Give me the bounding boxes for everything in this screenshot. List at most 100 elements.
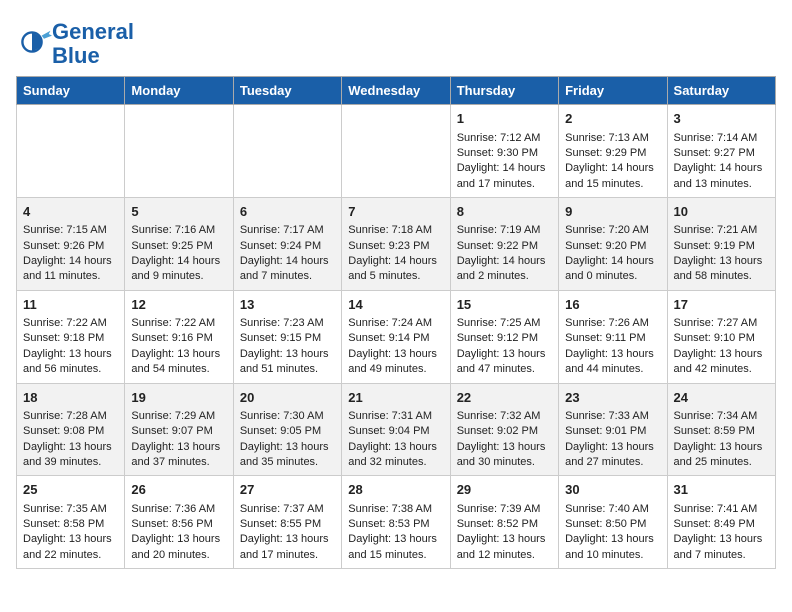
- day-detail: Sunrise: 7:27 AM: [674, 316, 769, 331]
- day-detail: Daylight: 13 hours and 35 minutes.: [240, 440, 335, 471]
- day-number: 21: [348, 389, 443, 407]
- logo: General Blue: [16, 20, 134, 68]
- day-detail: Sunrise: 7:41 AM: [674, 502, 769, 517]
- day-detail: Sunset: 9:20 PM: [565, 239, 660, 254]
- day-detail: Daylight: 14 hours and 17 minutes.: [457, 161, 552, 192]
- calendar-cell: 27Sunrise: 7:37 AMSunset: 8:55 PMDayligh…: [233, 476, 341, 569]
- calendar-cell: [125, 105, 233, 198]
- day-detail: Sunrise: 7:37 AM: [240, 502, 335, 517]
- day-detail: Daylight: 13 hours and 42 minutes.: [674, 347, 769, 378]
- day-number: 17: [674, 296, 769, 314]
- day-number: 10: [674, 203, 769, 221]
- day-detail: Sunset: 9:26 PM: [23, 239, 118, 254]
- day-number: 24: [674, 389, 769, 407]
- day-detail: Daylight: 13 hours and 58 minutes.: [674, 254, 769, 285]
- day-detail: Sunset: 8:59 PM: [674, 424, 769, 439]
- day-detail: Daylight: 13 hours and 12 minutes.: [457, 532, 552, 563]
- calendar-cell: 24Sunrise: 7:34 AMSunset: 8:59 PMDayligh…: [667, 383, 775, 476]
- day-number: 7: [348, 203, 443, 221]
- day-detail: Daylight: 13 hours and 47 minutes.: [457, 347, 552, 378]
- day-number: 4: [23, 203, 118, 221]
- day-detail: Daylight: 13 hours and 51 minutes.: [240, 347, 335, 378]
- day-detail: Sunrise: 7:33 AM: [565, 409, 660, 424]
- weekday-header: Thursday: [450, 77, 558, 105]
- day-detail: Daylight: 14 hours and 7 minutes.: [240, 254, 335, 285]
- calendar-week-row: 1Sunrise: 7:12 AMSunset: 9:30 PMDaylight…: [17, 105, 776, 198]
- calendar-cell: 8Sunrise: 7:19 AMSunset: 9:22 PMDaylight…: [450, 198, 558, 291]
- day-detail: Daylight: 14 hours and 5 minutes.: [348, 254, 443, 285]
- calendar-cell: 26Sunrise: 7:36 AMSunset: 8:56 PMDayligh…: [125, 476, 233, 569]
- weekday-header: Saturday: [667, 77, 775, 105]
- day-number: 23: [565, 389, 660, 407]
- day-detail: Sunset: 8:49 PM: [674, 517, 769, 532]
- weekday-header: Friday: [559, 77, 667, 105]
- day-detail: Sunrise: 7:39 AM: [457, 502, 552, 517]
- logo-text: General Blue: [52, 20, 134, 68]
- calendar-cell: 4Sunrise: 7:15 AMSunset: 9:26 PMDaylight…: [17, 198, 125, 291]
- day-number: 3: [674, 110, 769, 128]
- day-detail: Daylight: 14 hours and 0 minutes.: [565, 254, 660, 285]
- day-detail: Sunrise: 7:38 AM: [348, 502, 443, 517]
- day-detail: Sunrise: 7:20 AM: [565, 223, 660, 238]
- day-detail: Sunset: 9:02 PM: [457, 424, 552, 439]
- day-detail: Sunset: 9:16 PM: [131, 331, 226, 346]
- day-detail: Daylight: 13 hours and 30 minutes.: [457, 440, 552, 471]
- day-detail: Daylight: 14 hours and 9 minutes.: [131, 254, 226, 285]
- day-detail: Sunset: 9:12 PM: [457, 331, 552, 346]
- day-detail: Sunset: 9:01 PM: [565, 424, 660, 439]
- calendar-header-row: SundayMondayTuesdayWednesdayThursdayFrid…: [17, 77, 776, 105]
- day-detail: Sunset: 9:30 PM: [457, 146, 552, 161]
- calendar-week-row: 4Sunrise: 7:15 AMSunset: 9:26 PMDaylight…: [17, 198, 776, 291]
- calendar-cell: [342, 105, 450, 198]
- calendar-cell: 29Sunrise: 7:39 AMSunset: 8:52 PMDayligh…: [450, 476, 558, 569]
- day-detail: Sunrise: 7:28 AM: [23, 409, 118, 424]
- calendar-cell: 17Sunrise: 7:27 AMSunset: 9:10 PMDayligh…: [667, 290, 775, 383]
- day-detail: Sunset: 9:18 PM: [23, 331, 118, 346]
- day-detail: Daylight: 13 hours and 56 minutes.: [23, 347, 118, 378]
- day-detail: Daylight: 13 hours and 54 minutes.: [131, 347, 226, 378]
- weekday-header: Tuesday: [233, 77, 341, 105]
- day-number: 9: [565, 203, 660, 221]
- day-detail: Sunrise: 7:24 AM: [348, 316, 443, 331]
- calendar-cell: 5Sunrise: 7:16 AMSunset: 9:25 PMDaylight…: [125, 198, 233, 291]
- day-detail: Sunrise: 7:40 AM: [565, 502, 660, 517]
- calendar-cell: 21Sunrise: 7:31 AMSunset: 9:04 PMDayligh…: [342, 383, 450, 476]
- day-number: 25: [23, 481, 118, 499]
- day-number: 14: [348, 296, 443, 314]
- day-detail: Sunset: 9:14 PM: [348, 331, 443, 346]
- calendar-cell: 16Sunrise: 7:26 AMSunset: 9:11 PMDayligh…: [559, 290, 667, 383]
- weekday-header: Monday: [125, 77, 233, 105]
- calendar-table: SundayMondayTuesdayWednesdayThursdayFrid…: [16, 76, 776, 569]
- day-detail: Sunset: 9:23 PM: [348, 239, 443, 254]
- day-detail: Daylight: 13 hours and 15 minutes.: [348, 532, 443, 563]
- day-detail: Sunrise: 7:22 AM: [131, 316, 226, 331]
- calendar-cell: [17, 105, 125, 198]
- day-detail: Sunset: 8:53 PM: [348, 517, 443, 532]
- day-number: 29: [457, 481, 552, 499]
- calendar-cell: 28Sunrise: 7:38 AMSunset: 8:53 PMDayligh…: [342, 476, 450, 569]
- day-detail: Sunrise: 7:12 AM: [457, 131, 552, 146]
- day-detail: Sunrise: 7:19 AM: [457, 223, 552, 238]
- day-detail: Sunrise: 7:31 AM: [348, 409, 443, 424]
- day-detail: Sunrise: 7:32 AM: [457, 409, 552, 424]
- day-detail: Sunrise: 7:30 AM: [240, 409, 335, 424]
- calendar-cell: 7Sunrise: 7:18 AMSunset: 9:23 PMDaylight…: [342, 198, 450, 291]
- calendar-week-row: 25Sunrise: 7:35 AMSunset: 8:58 PMDayligh…: [17, 476, 776, 569]
- day-detail: Sunset: 9:22 PM: [457, 239, 552, 254]
- calendar-cell: 20Sunrise: 7:30 AMSunset: 9:05 PMDayligh…: [233, 383, 341, 476]
- day-detail: Daylight: 13 hours and 39 minutes.: [23, 440, 118, 471]
- calendar-week-row: 11Sunrise: 7:22 AMSunset: 9:18 PMDayligh…: [17, 290, 776, 383]
- day-detail: Sunset: 9:15 PM: [240, 331, 335, 346]
- day-number: 15: [457, 296, 552, 314]
- day-detail: Sunrise: 7:23 AM: [240, 316, 335, 331]
- day-detail: Daylight: 13 hours and 10 minutes.: [565, 532, 660, 563]
- calendar-cell: 6Sunrise: 7:17 AMSunset: 9:24 PMDaylight…: [233, 198, 341, 291]
- day-detail: Sunset: 8:56 PM: [131, 517, 226, 532]
- day-number: 8: [457, 203, 552, 221]
- calendar-cell: 18Sunrise: 7:28 AMSunset: 9:08 PMDayligh…: [17, 383, 125, 476]
- day-detail: Sunrise: 7:25 AM: [457, 316, 552, 331]
- day-detail: Daylight: 14 hours and 13 minutes.: [674, 161, 769, 192]
- day-number: 27: [240, 481, 335, 499]
- day-detail: Sunset: 8:50 PM: [565, 517, 660, 532]
- day-number: 26: [131, 481, 226, 499]
